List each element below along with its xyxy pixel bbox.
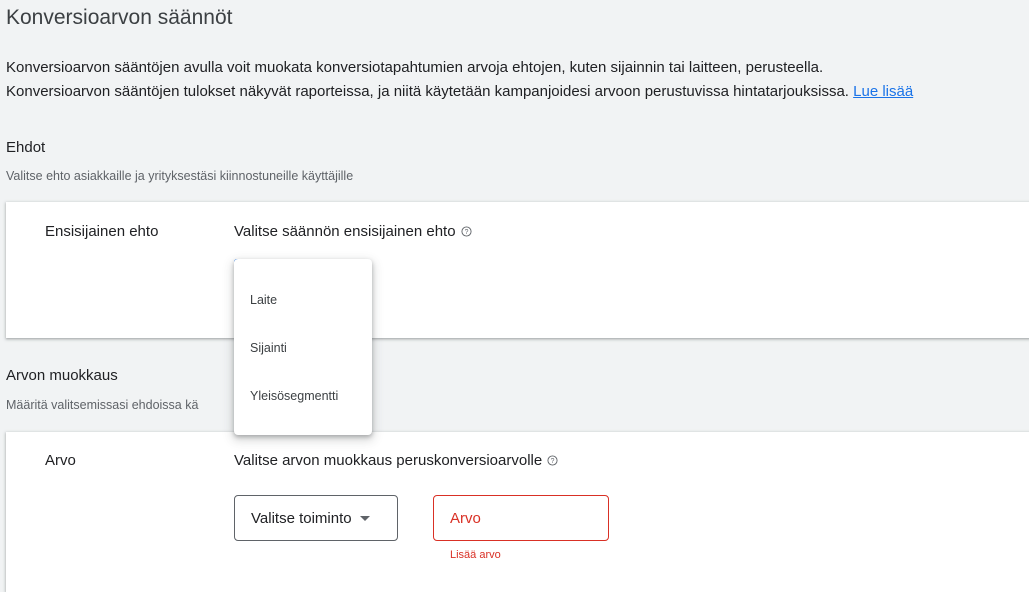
action-select-label: Valitse toiminto — [251, 509, 352, 527]
dropdown-option-laite[interactable]: Laite — [250, 293, 277, 307]
svg-text:?: ? — [551, 458, 555, 465]
primary-condition-heading: Valitse säännön ensisijainen ehto ? — [234, 223, 472, 240]
primary-condition-label: Ensisijainen ehto — [45, 223, 159, 240]
description-line-2-text: Konversioarvon sääntöjen tulokset näkyvä… — [6, 83, 849, 100]
help-icon[interactable]: ? — [461, 226, 472, 237]
value-adjustment-subtitle-start: Määritä valitsemissasi ehdoissa kä — [6, 398, 199, 412]
value-error-text: Lisää arvo — [450, 549, 501, 561]
caret-down-icon — [359, 515, 370, 521]
value-heading: Valitse arvon muokkaus peruskonversioarv… — [234, 452, 558, 469]
description-line-2: Konversioarvon sääntöjen tulokset näkyvä… — [6, 83, 913, 100]
conditions-section-subtitle: Valitse ehto asiakkaille ja yrityksestäs… — [6, 169, 354, 183]
svg-text:?: ? — [464, 229, 468, 236]
condition-dropdown-menu: Laite Sijainti Yleisösegmentti — [234, 259, 372, 435]
value-adjustment-section-title: Arvon muokkaus — [6, 367, 118, 384]
value-label: Arvo — [45, 452, 76, 469]
help-icon[interactable]: ? — [547, 455, 558, 466]
conditions-section-title: Ehdot — [6, 139, 46, 156]
primary-condition-heading-text: Valitse säännön ensisijainen ehto — [234, 223, 456, 240]
dropdown-option-yleisosegmentti[interactable]: Yleisösegmentti — [250, 389, 338, 403]
dropdown-option-sijainti[interactable]: Sijainti — [250, 341, 287, 355]
value-card: Arvo Valitse arvon muokkaus peruskonvers… — [6, 432, 1029, 592]
primary-condition-card: Ensisijainen ehto Valitse säännön ensisi… — [6, 202, 1029, 338]
description-line-1: Konversioarvon sääntöjen avulla voit muo… — [6, 59, 824, 76]
value-input[interactable] — [433, 495, 609, 541]
value-heading-text: Valitse arvon muokkaus peruskonversioarv… — [234, 452, 543, 469]
action-select[interactable]: Valitse toiminto — [234, 495, 398, 541]
page-title: Konversioarvon säännöt — [6, 6, 233, 29]
learn-more-link[interactable]: Lue lisää — [853, 83, 913, 100]
